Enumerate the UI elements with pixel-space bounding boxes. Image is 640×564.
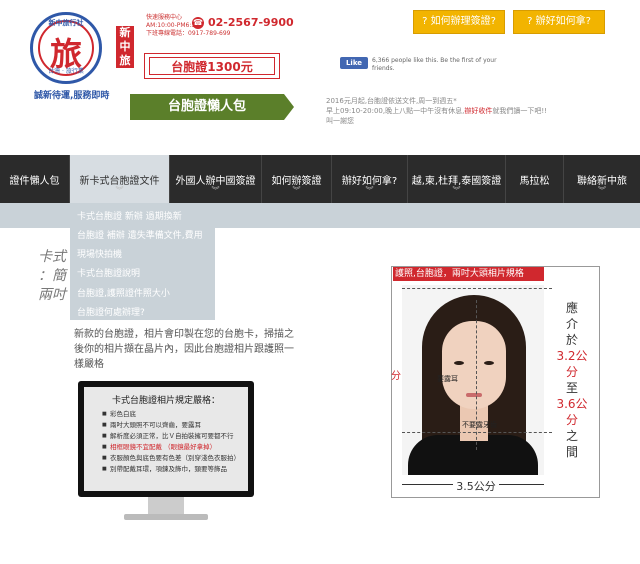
- office-hours-notice: 2016元月起,台胞證依送文件,周一到週五* 早上09:10-20:00,晚上八…: [326, 96, 626, 126]
- notice-line: 2016元月起,台胞證依送文件,周一到週五*: [326, 97, 457, 105]
- head-size-max: 3.6公分: [556, 397, 588, 427]
- chevron-down-icon: ︾: [365, 186, 374, 195]
- nav-label: 馬拉松: [519, 176, 550, 187]
- monitor-stand: [148, 497, 184, 515]
- logo-arc-top: 新中旅行社: [48, 19, 84, 27]
- dropdown-item[interactable]: 台胞證何處辦理?: [77, 305, 145, 318]
- facebook-like-count: 6,366 people like this. Be the first of …: [372, 57, 497, 72]
- nav-item-lazy-pack[interactable]: 證件懶人包: [0, 155, 70, 203]
- photo-rules-list: 彩色白底 兩吋大頭照不可以齊齒，要露耳 解析度必須正常，比Ｖ自拍裝擁可要都不行 …: [102, 409, 242, 475]
- photo-width-text: 3.5公分: [453, 480, 499, 493]
- left-dimension-label: 分: [391, 371, 401, 382]
- notice-highlight: 辦好收件: [464, 107, 493, 115]
- card-photo-description: 新款的台胞證，相片會印製在您的台胞卡，掃描之後你的相片擷在晶片內，因此台胞證相片…: [74, 329, 294, 370]
- top-guide-line: [402, 288, 552, 289]
- photo-rule: 兩吋大頭照不可以齊齒，要露耳: [102, 420, 242, 431]
- monitor-base: [124, 514, 208, 520]
- monitor-screen: 卡式台胞證相片規定嚴格： 彩色白底 兩吋大頭照不可以齊齒，要露耳 解析度必須正常…: [84, 387, 248, 491]
- portrait-mouth: [466, 393, 482, 397]
- price-link[interactable]: 台胞證1300元: [144, 53, 280, 79]
- dropdown-item[interactable]: 卡式台胞證 新辦 過期換新: [77, 209, 182, 222]
- how-to-apply-visa-button[interactable]: ? 如何辦理簽證?: [413, 10, 505, 34]
- brand-badge: 新中旅: [116, 26, 134, 68]
- section-heading: 卡式 ：簡 兩吋: [38, 248, 66, 305]
- phone-number[interactable]: 02-2567-9900: [208, 16, 294, 29]
- head-size-min: 3.2公分: [556, 349, 588, 379]
- facebook-like-button[interactable]: Like: [340, 57, 368, 69]
- photo-rule: 解析度必須正常，比Ｖ自拍裝擁可要都不行: [102, 431, 242, 442]
- note-line: 至: [565, 381, 578, 395]
- notice-line: 早上09:10-20:00,晚上八點一中午沒有休息,辦好收件就我們讀一下吧!!: [326, 106, 626, 116]
- nav-item-how-to-collect[interactable]: 辦好如何拿? ︾: [332, 155, 408, 203]
- photo-rule: 彩色白底: [102, 409, 242, 420]
- photo-spec-title: 護照,台胞證，兩吋大頭相片規格: [393, 267, 544, 281]
- notice-line: 叫一謝您: [326, 117, 354, 125]
- ear-annotation: 要露耳: [437, 375, 458, 383]
- chevron-down-icon: ︾: [211, 186, 220, 195]
- portrait-shoulders: [408, 435, 538, 475]
- photo-rule: 別帶配戴耳環，項鍊及飾巾，頸要等飾品: [102, 464, 242, 475]
- nav-item-marathon[interactable]: 馬拉松: [506, 155, 564, 203]
- dropdown-item[interactable]: 台胞證,護照證件照大小: [77, 286, 170, 299]
- nav-dropdown-menu: 卡式台胞證 新辦 過期換新 台胞證 補辦 遺失準備文件,費用 現場快拍機 卡式台…: [70, 203, 215, 320]
- note-line: 於: [565, 333, 578, 347]
- portrait-eye: [454, 361, 464, 365]
- sample-portrait: [402, 285, 544, 475]
- main-nav: 證件懶人包 新卡式台胞證文件 ︾ 外國人辦中國簽證 ︾ 如何辦簽證 ︾ 辦好如何…: [0, 155, 640, 203]
- nav-item-sea-visa[interactable]: 越,柬,杜拜,泰國簽證 ︾: [408, 155, 506, 203]
- chevron-down-icon: ︾: [292, 186, 301, 195]
- portrait-eye: [484, 361, 494, 365]
- company-slogan: 誠新待運,服務即時: [34, 91, 110, 101]
- logo-arc-bottom: 台灣 · 旅行業: [48, 68, 84, 75]
- how-to-collect-button[interactable]: ? 辦好如何拿?: [513, 10, 605, 34]
- chevron-down-icon: ︾: [598, 186, 606, 195]
- nav-item-how-to-visa[interactable]: 如何辦簽證 ︾: [262, 155, 332, 203]
- note-line: 間: [565, 445, 578, 459]
- dropdown-item[interactable]: 現場快拍機: [77, 247, 122, 260]
- photo-rules-title: 卡式台胞證相片規定嚴格：: [111, 396, 220, 406]
- site-header: 新中旅行社 旅 台灣 · 旅行業 誠新待運,服務即時 新中旅 快速服務中心 AM…: [0, 0, 640, 155]
- notice-text: 早上09:10-20:00,晚上八點一中午沒有休息,: [326, 107, 465, 115]
- phone-icon: ☎: [192, 17, 204, 29]
- nav-label: 證件懶人包: [9, 176, 60, 187]
- chevron-down-icon: ︾: [452, 186, 461, 195]
- photo-width-label: 3.5公分: [418, 478, 534, 494]
- lazy-pack-banner[interactable]: 台胞證懶人包: [130, 94, 294, 120]
- contact-line: 下班專線電話：0917-789-699: [146, 30, 231, 37]
- note-line: 介: [565, 317, 578, 331]
- chevron-down-icon: ︾: [115, 186, 124, 195]
- notice-text: 就我們讀一下吧!!: [492, 107, 547, 115]
- chin-guide-line: [402, 432, 552, 433]
- head-size-note: 應 介 於 3.2公分 至 3.6公分 之 間: [552, 300, 592, 460]
- teeth-annotation: 不要露牙齒: [462, 421, 497, 429]
- heading-line: 兩吋: [38, 287, 66, 303]
- photo-rule: 相框眼鏡不宜配戴 （眼鏡最好拿掉）: [102, 442, 242, 453]
- photo-rule: 衣服顏色與底色要有色差（別穿淺色衣服拍）: [102, 453, 242, 464]
- dropdown-item[interactable]: 卡式台胞證說明: [77, 266, 140, 279]
- monitor-graphic: 卡式台胞證相片規定嚴格： 彩色白底 兩吋大頭照不可以齊齒，要露耳 解析度必須正常…: [78, 381, 254, 497]
- note-line: 應: [565, 301, 578, 315]
- dropdown-item[interactable]: 台胞證 補辦 遺失準備文件,費用: [77, 228, 203, 241]
- company-logo[interactable]: 新中旅行社 旅 台灣 · 旅行業: [30, 12, 102, 84]
- note-line: 之: [565, 429, 578, 443]
- heading-line: ：簡: [38, 268, 66, 284]
- nav-item-foreigner-visa[interactable]: 外國人辦中國簽證 ︾: [170, 155, 262, 203]
- price-label: 台胞證1300元: [149, 57, 275, 75]
- heading-line: 卡式: [38, 249, 66, 265]
- nav-item-contact[interactable]: 聯絡新中旅 ︾: [564, 155, 640, 203]
- nav-item-card-documents[interactable]: 新卡式台胞證文件 ︾: [70, 155, 170, 203]
